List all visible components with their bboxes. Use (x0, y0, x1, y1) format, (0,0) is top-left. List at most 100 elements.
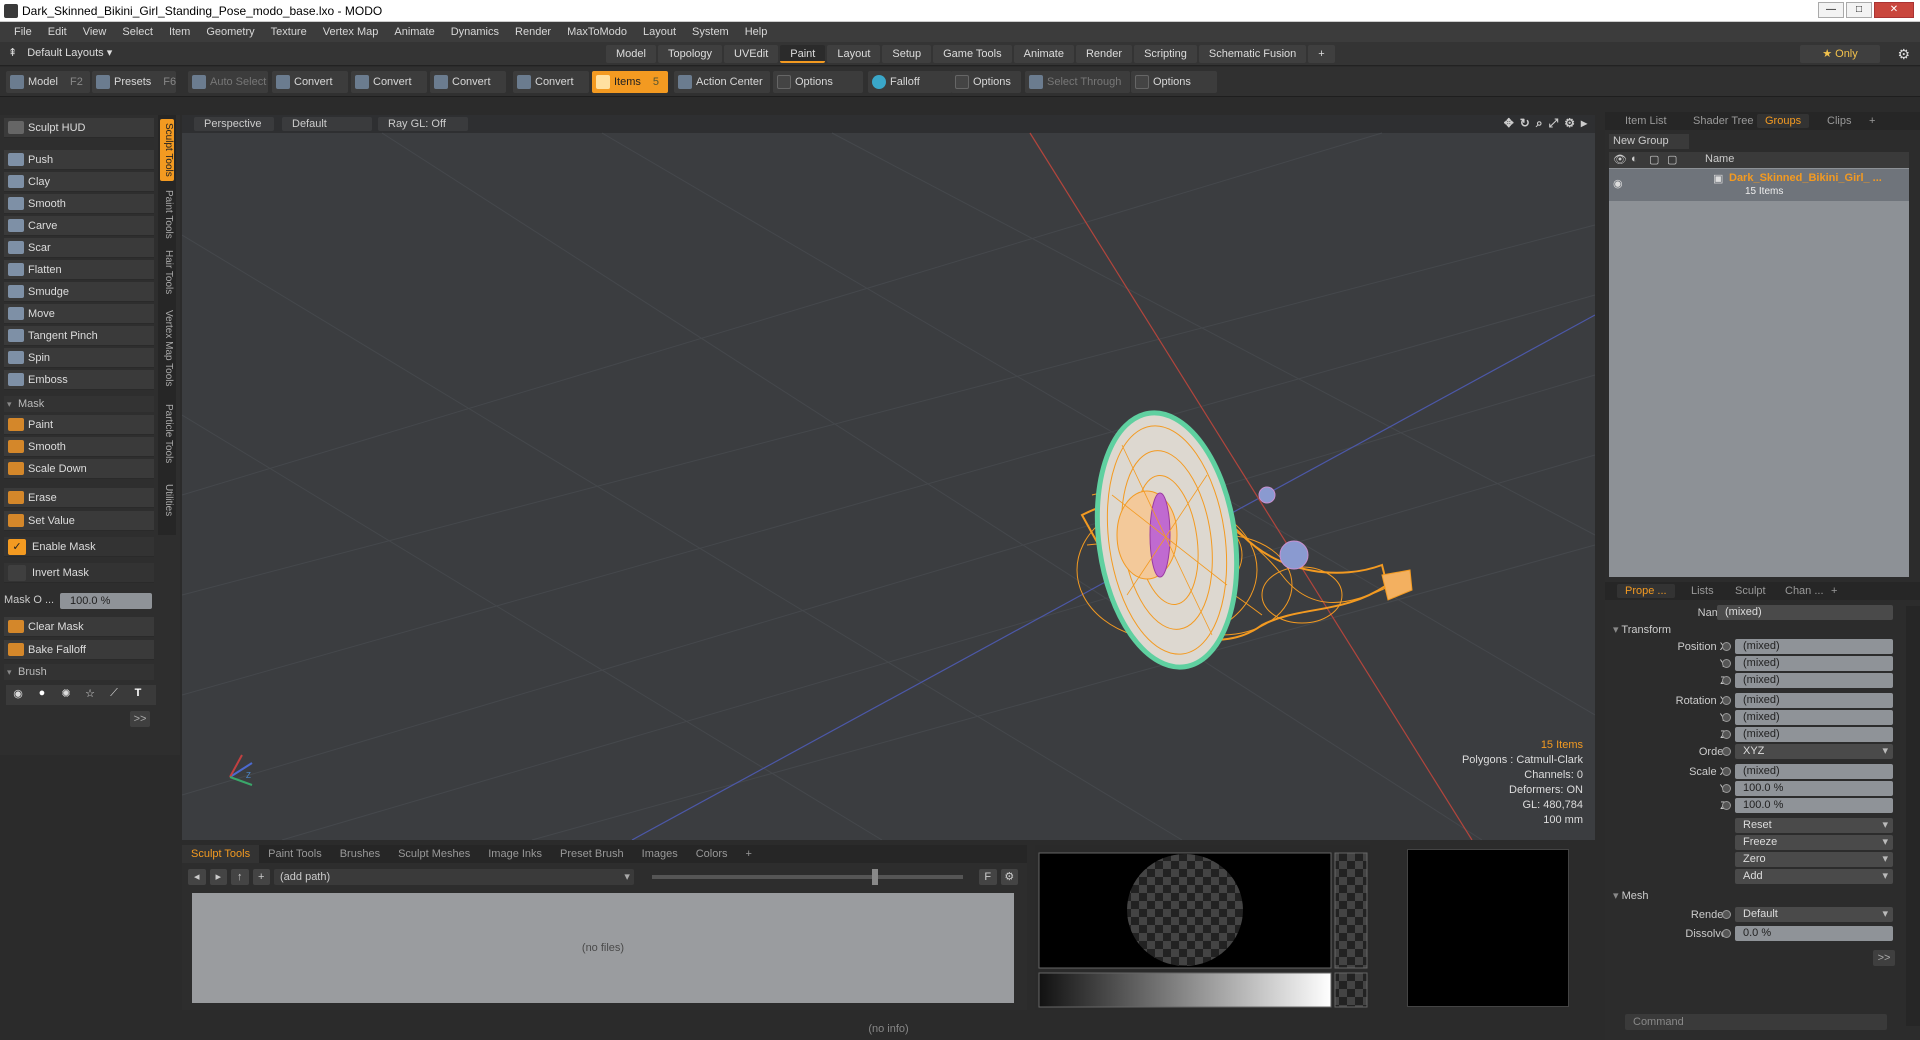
menu-edit[interactable]: Edit (40, 26, 75, 38)
more-button[interactable]: >> (130, 711, 150, 727)
name-field[interactable]: (mixed) (1717, 605, 1893, 620)
rotation-y-field[interactable]: (mixed) (1735, 710, 1893, 725)
vtab-hair-tools[interactable]: Hair Tools (160, 247, 174, 297)
freeze-dropdown[interactable]: Freeze (1735, 835, 1893, 850)
order-dropdown[interactable]: XYZ (1735, 744, 1893, 759)
keyframe-dot[interactable] (1722, 929, 1731, 938)
tab-image-inks[interactable]: Image Inks (479, 845, 551, 863)
hard-brush-icon[interactable]: ● (32, 687, 52, 703)
erase-button[interactable]: Erase (4, 488, 154, 508)
tab-colors[interactable]: Colors (687, 845, 737, 863)
scale-x-field[interactable]: (mixed) (1735, 764, 1893, 779)
tool-smooth[interactable]: Smooth (4, 194, 154, 214)
tab-paint-tools[interactable]: Paint Tools (259, 845, 331, 863)
tool-smudge[interactable]: Smudge (4, 282, 154, 302)
tool-tangent-pinch[interactable]: Tangent Pinch (4, 326, 154, 346)
mask-opacity-field[interactable]: 100.0 % (60, 593, 152, 609)
select-icon[interactable]: ▢ (1667, 153, 1677, 166)
tab-item-list[interactable]: Item List (1617, 114, 1675, 128)
add-dropdown[interactable]: Add (1735, 869, 1893, 884)
thumbnail-size-slider[interactable] (651, 869, 963, 885)
keyframe-dot[interactable] (1722, 642, 1731, 651)
visibility-icon[interactable]: 👁 (1613, 153, 1627, 166)
convert-button-4[interactable]: Convert (513, 71, 589, 93)
rotation-x-field[interactable]: (mixed) (1735, 693, 1893, 708)
tab-clips[interactable]: Clips (1819, 114, 1859, 128)
render-dropdown[interactable]: Default (1735, 907, 1893, 922)
position-y-field[interactable]: (mixed) (1735, 656, 1893, 671)
tool-scar[interactable]: Scar (4, 238, 154, 258)
tab-model[interactable]: Model (606, 45, 656, 63)
keyframe-dot[interactable] (1722, 801, 1731, 810)
tool-carve[interactable]: Carve (4, 216, 154, 236)
vtab-particle-tools[interactable]: Particle Tools (160, 399, 174, 469)
keyframe-dot[interactable] (1722, 747, 1731, 756)
tool-move[interactable]: Move (4, 304, 154, 324)
presets-button[interactable]: Presets F6 (92, 71, 176, 93)
tab-paint[interactable]: Paint (780, 45, 826, 63)
properties-side-tabs[interactable] (1906, 606, 1920, 1026)
brush-section-header[interactable]: Brush (4, 664, 154, 680)
forward-icon[interactable]: ▸ (209, 869, 227, 885)
more-button[interactable]: >> (1873, 950, 1895, 966)
vtab-sculpt-tools[interactable]: Sculpt Tools (160, 119, 174, 181)
scale-y-field[interactable]: 100.0 % (1735, 781, 1893, 796)
tab-scripting[interactable]: Scripting (1134, 45, 1197, 63)
keyframe-dot[interactable] (1722, 676, 1731, 685)
falloff-button[interactable]: Falloff (868, 71, 952, 93)
lock-icon[interactable]: ▢ (1649, 153, 1659, 166)
filter-button[interactable]: F (979, 869, 997, 885)
position-z-field[interactable]: (mixed) (1735, 673, 1893, 688)
soft-brush-icon[interactable]: ◉ (8, 687, 28, 703)
menu-dynamics[interactable]: Dynamics (443, 26, 507, 38)
dissolve-field[interactable]: 0.0 % (1735, 926, 1893, 941)
convert-button-1[interactable]: Convert (272, 71, 348, 93)
clear-mask-button[interactable]: Clear Mask (4, 617, 154, 637)
tab-brushes[interactable]: Brushes (331, 845, 389, 863)
layout-toggle-icon[interactable]: ⇞ (8, 46, 17, 59)
maximize-button[interactable]: □ (1846, 2, 1872, 18)
tool-clay[interactable]: Clay (4, 172, 154, 192)
keyframe-dot[interactable] (1722, 910, 1731, 919)
tool-flatten[interactable]: Flatten (4, 260, 154, 280)
mask-section-header[interactable]: Mask (4, 396, 154, 412)
menu-item[interactable]: Item (161, 26, 198, 38)
keyframe-dot[interactable] (1722, 696, 1731, 705)
convert-button-2[interactable]: Convert (351, 71, 427, 93)
tab-render[interactable]: Render (1075, 45, 1133, 63)
command-input[interactable]: Command (1625, 1014, 1887, 1030)
name-column-header[interactable]: Name (1705, 153, 1734, 165)
tab-sculpt[interactable]: Sculpt (1727, 584, 1774, 598)
bake-falloff-button[interactable]: Bake Falloff (4, 640, 154, 660)
reset-dropdown[interactable]: Reset (1735, 818, 1893, 833)
items-button[interactable]: Items 5 (592, 71, 668, 93)
menu-layout[interactable]: Layout (635, 26, 684, 38)
only-button[interactable]: ★ Only (1800, 45, 1880, 63)
auto-select-button[interactable]: Auto Select (188, 71, 268, 93)
default-layouts-dropdown[interactable]: Default Layouts ▾ (27, 46, 112, 59)
tab-setup[interactable]: Setup (882, 45, 932, 63)
model-button[interactable]: Model F2 (6, 71, 90, 93)
menu-select[interactable]: Select (114, 26, 161, 38)
menu-file[interactable]: File (6, 26, 40, 38)
transform-section[interactable]: Transform (1613, 623, 1671, 636)
invert-mask-checkbox[interactable]: Invert Mask (4, 563, 154, 583)
eye-icon[interactable]: ◉ (1613, 177, 1623, 190)
tool-push[interactable]: Push (4, 150, 154, 170)
tab-sculpt-meshes[interactable]: Sculpt Meshes (389, 845, 479, 863)
tab-schematic-fusion[interactable]: Schematic Fusion (1198, 45, 1307, 63)
star-brush-icon[interactable]: ☆ (80, 687, 100, 703)
up-folder-icon[interactable]: ↑ (231, 869, 249, 885)
sculpt-hud-button[interactable]: Sculpt HUD (4, 118, 154, 138)
set-value-button[interactable]: Set Value (4, 511, 154, 531)
tab-properties[interactable]: Prope ... (1617, 584, 1675, 598)
mask-scale-down-button[interactable]: Scale Down (4, 459, 154, 479)
tool-emboss[interactable]: Emboss (4, 370, 154, 390)
slider-handle[interactable] (871, 869, 878, 885)
menu-vertex-map[interactable]: Vertex Map (315, 26, 387, 38)
menu-texture[interactable]: Texture (263, 26, 315, 38)
menu-render[interactable]: Render (507, 26, 559, 38)
procedural-brush-icon[interactable]: ⟋ (104, 687, 124, 703)
add-path-icon[interactable]: + (252, 869, 270, 885)
settings-icon[interactable]: ⚙ (1000, 869, 1018, 885)
